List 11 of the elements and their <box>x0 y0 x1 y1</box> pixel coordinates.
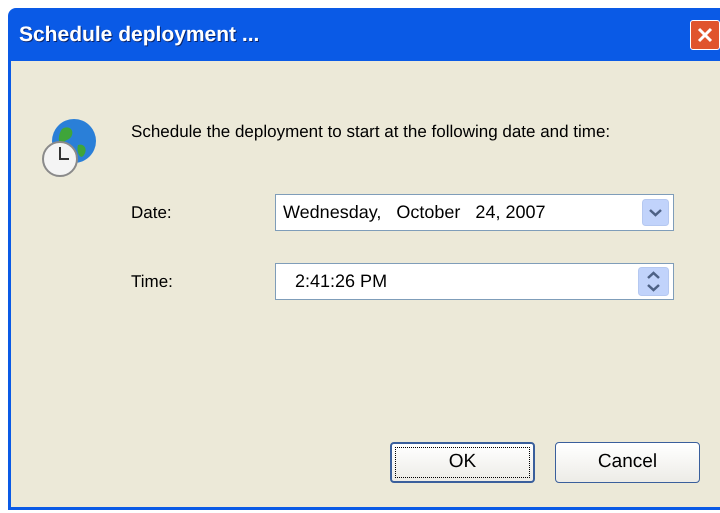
field-label: Date: <box>131 202 173 224</box>
spinner-arrows-icon[interactable] <box>638 267 669 296</box>
dialog-button[interactable]: Cancel <box>555 442 700 483</box>
close-button[interactable] <box>690 20 720 50</box>
date-picker[interactable]: Wednesday, October 24, 2007 <box>275 194 674 231</box>
close-icon <box>696 26 714 44</box>
instruction-text: Schedule the deployment to start at the following date and time: <box>131 121 612 142</box>
time-picker[interactable]: 2:41:26 PM <box>275 263 674 300</box>
field-label: Time: <box>131 270 174 293</box>
dialog-button[interactable]: OK <box>390 442 535 483</box>
window-title: Schedule deployment ... <box>19 22 260 48</box>
